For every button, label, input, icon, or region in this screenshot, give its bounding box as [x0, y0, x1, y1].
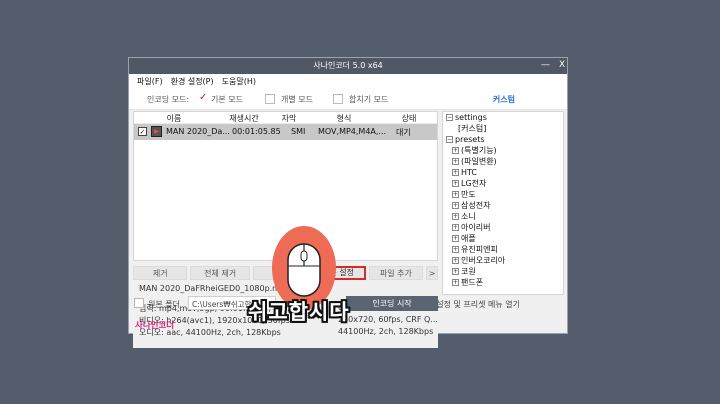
row-subtitle: SMI	[291, 127, 306, 136]
tree-node-presets[interactable]: − presets	[446, 134, 563, 145]
menu-file[interactable]: 파일(F)	[137, 76, 163, 87]
tree-node-preset[interactable]: + 아이리버	[446, 222, 563, 233]
individual-mode-label: 개별 모드	[281, 95, 313, 104]
tree-node-preset[interactable]: + HTC	[446, 167, 563, 178]
column-status[interactable]: 상태	[384, 112, 434, 123]
collapse-icon[interactable]: −	[446, 114, 453, 121]
expand-icon[interactable]: +	[452, 202, 459, 209]
encoding-mode-label: 인코딩 모드:	[147, 95, 190, 104]
title-bar: 사나인코더 5.0 x64 — X	[129, 58, 567, 74]
custom-link[interactable]: 커스텀	[493, 94, 515, 105]
encoding-mode-bar: 인코딩 모드: ✓ 기본 모드 개별 모드 합치기 모드 커스텀	[129, 88, 567, 110]
encode-start-button[interactable]: 인코딩 시작	[346, 296, 438, 311]
expand-icon[interactable]: +	[452, 235, 459, 242]
collapse-icon[interactable]: −	[446, 136, 453, 143]
table-row[interactable]: ✓ ▶ MAN 2020_Da... 00:01:05.85 SMI MOV,M…	[134, 124, 437, 140]
expand-icon[interactable]: +	[452, 246, 459, 253]
row-checkbox[interactable]: ✓	[138, 127, 147, 136]
caption-text: 쉬고합시다	[248, 300, 350, 324]
expand-icon[interactable]: +	[452, 180, 459, 187]
preset-tree: − settings [커스텀] − presets + (특별기능) + (파일변환)…	[442, 111, 564, 295]
tree-node-preset[interactable]: + 애플	[446, 233, 563, 244]
expand-icon[interactable]: +	[452, 257, 459, 264]
info-audio-right: 44100Hz, 2ch, 128Kbps	[338, 327, 434, 336]
remove-button[interactable]: 제거	[133, 266, 188, 280]
expand-icon[interactable]: +	[452, 213, 459, 220]
source-folder-checkbox[interactable]	[134, 298, 144, 308]
tree-node-preset[interactable]: + 유진피엔피	[446, 244, 563, 255]
info-filename: MAN 2020_DaFRheiGED0_1080p.mp4	[139, 284, 291, 293]
individual-mode-checkbox[interactable]	[265, 94, 275, 104]
tree-node-preset[interactable]: + 만도	[446, 189, 563, 200]
merge-mode-label: 합치기 모드	[349, 95, 389, 104]
video-file-icon: ▶	[151, 126, 162, 137]
row-status: 대기	[396, 128, 411, 137]
tree-node-preset[interactable]: + 소니	[446, 211, 563, 222]
expand-icon[interactable]: +	[452, 158, 459, 165]
tree-node-preset[interactable]: + 삼성전자	[446, 200, 563, 211]
file-list-header: 이름 재생시간 자막 형식 상태	[134, 112, 437, 124]
menu-settings[interactable]: 환경 설정(P)	[171, 76, 214, 87]
tree-node-preset[interactable]: + (파일변환)	[446, 156, 563, 167]
column-duration[interactable]: 재생시간	[214, 112, 274, 123]
info-video-right: 280x720, 60fps, CRF Q...	[338, 315, 438, 324]
tree-node-preset[interactable]: + (특별기능)	[446, 145, 563, 156]
merge-mode-checkbox[interactable]	[333, 94, 343, 104]
tree-node-settings[interactable]: − settings	[446, 112, 563, 123]
settings-menu-button[interactable]: 설정 및 프리셋 메뉴 열기	[436, 299, 520, 310]
column-format[interactable]: 형식	[304, 112, 384, 123]
window-title: 사나인코더 5.0 x64	[313, 61, 383, 70]
tree-node-preset[interactable]: + LG전자	[446, 178, 563, 189]
tree-node-custom[interactable]: [커스텀]	[446, 123, 563, 134]
tree-node-preset[interactable]: + 코원	[446, 266, 563, 277]
column-subtitle[interactable]: 자막	[274, 112, 304, 123]
close-button[interactable]: X	[559, 60, 565, 70]
expand-icon[interactable]: +	[452, 169, 459, 176]
row-name: MAN 2020_Da...	[166, 127, 230, 136]
more-button[interactable]: >	[426, 266, 439, 280]
basic-mode-checkmark[interactable]: ✓	[199, 92, 207, 103]
add-file-button[interactable]: 파일 추가	[368, 266, 424, 280]
expand-icon[interactable]: +	[452, 224, 459, 231]
row-format: MOV,MP4,M4A,...	[318, 127, 387, 136]
menu-help[interactable]: 도움말(H)	[222, 76, 256, 87]
minimize-button[interactable]: —	[541, 60, 550, 70]
menu-bar: 파일(F) 환경 설정(P) 도움말(H)	[129, 74, 567, 88]
tree-node-preset[interactable]: + 팬드폰	[446, 277, 563, 288]
brand-label: 사나인코더	[135, 321, 175, 331]
column-name[interactable]: 이름	[134, 112, 214, 123]
tree-node-preset[interactable]: + 인버오코리아	[446, 255, 563, 266]
expand-icon[interactable]: +	[452, 191, 459, 198]
source-folder-label: 원본 폴더	[148, 300, 180, 309]
row-duration: 00:01:05.85	[232, 127, 281, 136]
expand-icon[interactable]: +	[452, 279, 459, 286]
sanaencoder-window: 사나인코더 5.0 x64 — X 파일(F) 환경 설정(P) 도움말(H) …	[128, 57, 568, 348]
basic-mode-label: 기본 모드	[211, 95, 243, 104]
expand-icon[interactable]: +	[452, 268, 459, 275]
remove-all-button[interactable]: 전체 제거	[190, 266, 250, 280]
expand-icon[interactable]: +	[452, 147, 459, 154]
